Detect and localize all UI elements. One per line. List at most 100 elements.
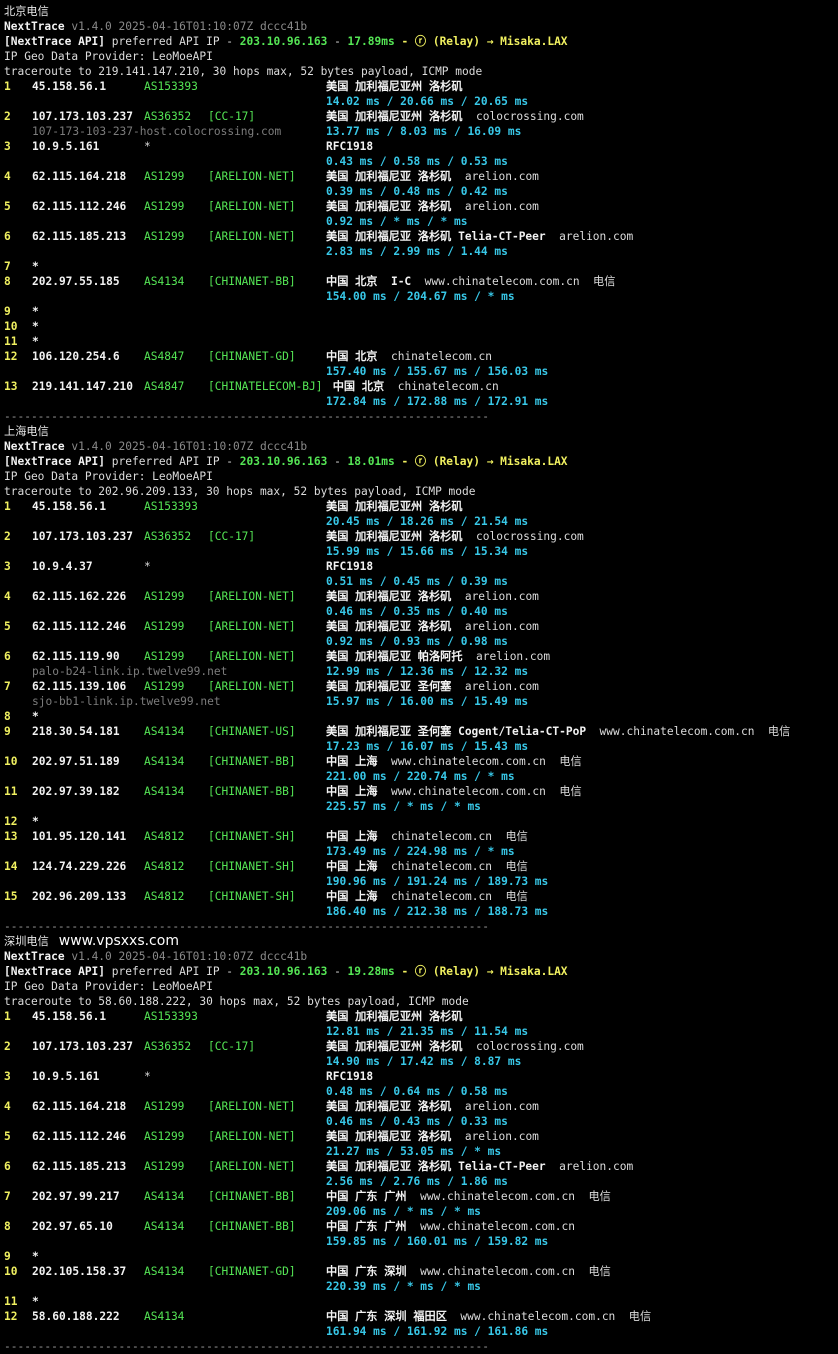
api-ip: 203.10.96.163 xyxy=(239,455,328,468)
block-title: 上海电信 xyxy=(4,425,49,438)
hop-tag: [CHINANET-BB] xyxy=(208,1220,296,1233)
hop-rtt: 2.56 ms / 2.76 ms / 1.86 ms xyxy=(326,1175,508,1188)
hop-ip: 62.115.112.246 xyxy=(32,200,127,213)
hop-number: 4 xyxy=(4,1100,11,1113)
hop-number: 5 xyxy=(4,200,11,213)
hop-timeout: * xyxy=(32,260,39,273)
hop-rtt-row: 17.23 ms / 16.07 ms / 15.43 ms xyxy=(4,739,838,754)
hop-geo: 美国 加利福尼亚 圣何塞 Cogent/Telia-CT-PoP www.chi… xyxy=(326,725,791,738)
hop-ip: 62.115.185.213 xyxy=(32,1160,127,1173)
hop-domain: colocrossing.com xyxy=(462,1040,584,1053)
hop-ip: 10.9.5.161 xyxy=(32,1070,100,1083)
hop-asn: AS1299 xyxy=(144,1130,185,1143)
separator: ----------------------------------------… xyxy=(4,1340,489,1353)
hop-domain: arelion.com xyxy=(451,620,539,633)
hop-tag: [ARELION-NET] xyxy=(208,230,296,243)
hop-row: 9 218.30.54.181 AS4134 [CHINANET-US] 美国 加利福尼… xyxy=(4,724,838,739)
hop-tag: [CC-17] xyxy=(208,110,256,123)
hop-ip: 10.9.4.37 xyxy=(32,560,93,573)
traceroute-info: traceroute to 202.96.209.133, 30 hops ma… xyxy=(4,485,476,498)
hop-geo: 美国 加利福尼亚州 洛杉矶 colocrossing.com xyxy=(326,110,584,123)
hop-rtt-row: 14.02 ms / 20.66 ms / 20.65 ms xyxy=(4,94,838,109)
hop-tag: [CHINANET-SH] xyxy=(208,890,296,903)
hop-row: 1 45.158.56.1 AS153393 美国 加利福尼亚州 洛杉矶 xyxy=(4,499,838,514)
hop-ip: 101.95.120.141 xyxy=(32,830,127,843)
hop-number: 6 xyxy=(4,230,11,243)
hop-geo: 美国 加利福尼亚州 洛杉矶 colocrossing.com xyxy=(326,1040,584,1053)
hop-domain: arelion.com xyxy=(451,590,539,603)
hop-number: 11 xyxy=(4,1295,18,1308)
hop-number: 7 xyxy=(4,260,11,273)
hop-rtt-row: 2.56 ms / 2.76 ms / 1.86 ms xyxy=(4,1174,838,1189)
hop-ip: 202.97.39.182 xyxy=(32,785,120,798)
hop-geo: 美国 加利福尼亚 洛杉矶 Telia-CT-Peer arelion.com xyxy=(326,230,634,243)
version-line: NextTrace v1.4.0 2025-04-16T01:10:07Z dc… xyxy=(4,949,838,964)
hop-row: 12 * xyxy=(4,814,838,829)
hop-number: 3 xyxy=(4,1070,11,1083)
hop-rtt-row: 14.90 ms / 17.42 ms / 8.87 ms xyxy=(4,1054,838,1069)
hop-number: 2 xyxy=(4,530,11,543)
hop-rtt: 21.27 ms / 53.05 ms / * ms xyxy=(326,1145,502,1158)
hop-geo: 美国 加利福尼亚 洛杉矶 arelion.com xyxy=(326,620,539,633)
hop-row: 5 62.115.112.246 AS1299 [ARELION-NET] 美国 加利福… xyxy=(4,199,838,214)
hop-number: 9 xyxy=(4,305,11,318)
hop-domain: www.chinatelecom.com.cn 电信 xyxy=(586,725,791,738)
hop-geo: 中国 广东 深圳 福田区 www.chinatelecom.com.cn 电信 xyxy=(326,1310,652,1323)
api-relay: - ⓡ (Relay) → Misaka.LAX xyxy=(394,455,568,468)
hop-geo: 美国 加利福尼亚 洛杉矶 arelion.com xyxy=(326,590,539,603)
hop-ip: 10.9.5.161 xyxy=(32,140,100,153)
hop-asn: AS4847 xyxy=(144,350,185,363)
version-line: NextTrace v1.4.0 2025-04-16T01:10:07Z dc… xyxy=(4,19,838,34)
hop-number: 3 xyxy=(4,140,11,153)
hop-rtt: 13.77 ms / 8.03 ms / 16.09 ms xyxy=(326,125,522,138)
hop-domain: arelion.com xyxy=(451,1100,539,1113)
hop-asn: AS4812 xyxy=(144,890,185,903)
hop-rtt-row: 0.39 ms / 0.48 ms / 0.42 ms xyxy=(4,184,838,199)
hop-number: 1 xyxy=(4,500,11,513)
hop-domain: arelion.com xyxy=(451,170,539,183)
hop-asn: AS36352 xyxy=(144,1040,192,1053)
hop-rtt-row: 173.49 ms / 224.98 ms / * ms xyxy=(4,844,838,859)
hop-rtt-row: 0.46 ms / 0.35 ms / 0.40 ms xyxy=(4,604,838,619)
hop-number: 7 xyxy=(4,1190,11,1203)
hop-number: 6 xyxy=(4,1160,11,1173)
hop-rtt: 12.99 ms / 12.36 ms / 12.32 ms xyxy=(326,665,529,678)
traceroute-line: traceroute to 219.141.147.210, 30 hops m… xyxy=(4,64,838,79)
hop-row: 6 62.115.185.213 AS1299 [ARELION-NET] 美国 加利福… xyxy=(4,1159,838,1174)
api-ip: 203.10.96.163 xyxy=(239,965,328,978)
hop-row: 4 62.115.164.218 AS1299 [ARELION-NET] 美国 加利福… xyxy=(4,169,838,184)
api-dash: - xyxy=(327,455,348,468)
hop-row: 8 202.97.55.185 AS4134 [CHINANET-BB] 中国 北京 I… xyxy=(4,274,838,289)
hop-domain: www.chinatelecom.com.cn 电信 xyxy=(406,1190,611,1203)
traceroute-line: traceroute to 58.60.188.222, 30 hops max… xyxy=(4,994,838,1009)
hop-ip: 62.115.112.246 xyxy=(32,1130,127,1143)
hop-row: 7 202.97.99.217 AS4134 [CHINANET-BB] 中国 广东 广… xyxy=(4,1189,838,1204)
hop-geo: 中国 上海 www.chinatelecom.com.cn 电信 xyxy=(326,785,582,798)
hop-number: 8 xyxy=(4,710,11,723)
geo-provider-line: IP Geo Data Provider: LeoMoeAPI xyxy=(4,49,838,64)
hop-number: 4 xyxy=(4,170,11,183)
hop-geo: 美国 加利福尼亚 圣何塞 arelion.com xyxy=(326,680,539,693)
hop-domain: chinatelecom.cn xyxy=(377,350,493,363)
hop-rtt: 173.49 ms / 224.98 ms / * ms xyxy=(326,845,515,858)
hop-asn: AS1299 xyxy=(144,230,185,243)
hop-rtt: 220.39 ms / * ms / * ms xyxy=(326,1280,481,1293)
geo-provider: IP Geo Data Provider: LeoMoeAPI xyxy=(4,980,213,993)
hop-timeout: * xyxy=(32,305,39,318)
hop-ip: 62.115.112.246 xyxy=(32,620,127,633)
api-pref: preferred API IP - xyxy=(105,965,240,978)
hop-rtt-row: 107-173-103-237-host.colocrossing.com 13.… xyxy=(4,124,838,139)
hop-asn: * xyxy=(144,140,151,153)
api-tag: [NextTrace API] xyxy=(4,455,106,468)
hop-row: 1 45.158.56.1 AS153393 美国 加利福尼亚州 洛杉矶 xyxy=(4,1009,838,1024)
hop-ip: 62.115.164.218 xyxy=(32,1100,127,1113)
app-name: NextTrace xyxy=(4,20,65,33)
hop-domain: www.chinatelecom.com.cn 电信 xyxy=(377,785,582,798)
hop-number: 5 xyxy=(4,620,11,633)
hop-geo: 中国 上海 chinatelecom.cn 电信 xyxy=(326,860,528,873)
hop-number: 2 xyxy=(4,110,11,123)
hop-row: 12 58.60.188.222 AS4134 中国 广东 深圳 福田区 www.ch… xyxy=(4,1309,838,1324)
hop-geo: 美国 加利福尼亚州 洛杉矶 xyxy=(326,80,463,93)
hop-rtt: 161.94 ms / 161.92 ms / 161.86 ms xyxy=(326,1325,549,1338)
api-pref: preferred API IP - xyxy=(105,455,240,468)
